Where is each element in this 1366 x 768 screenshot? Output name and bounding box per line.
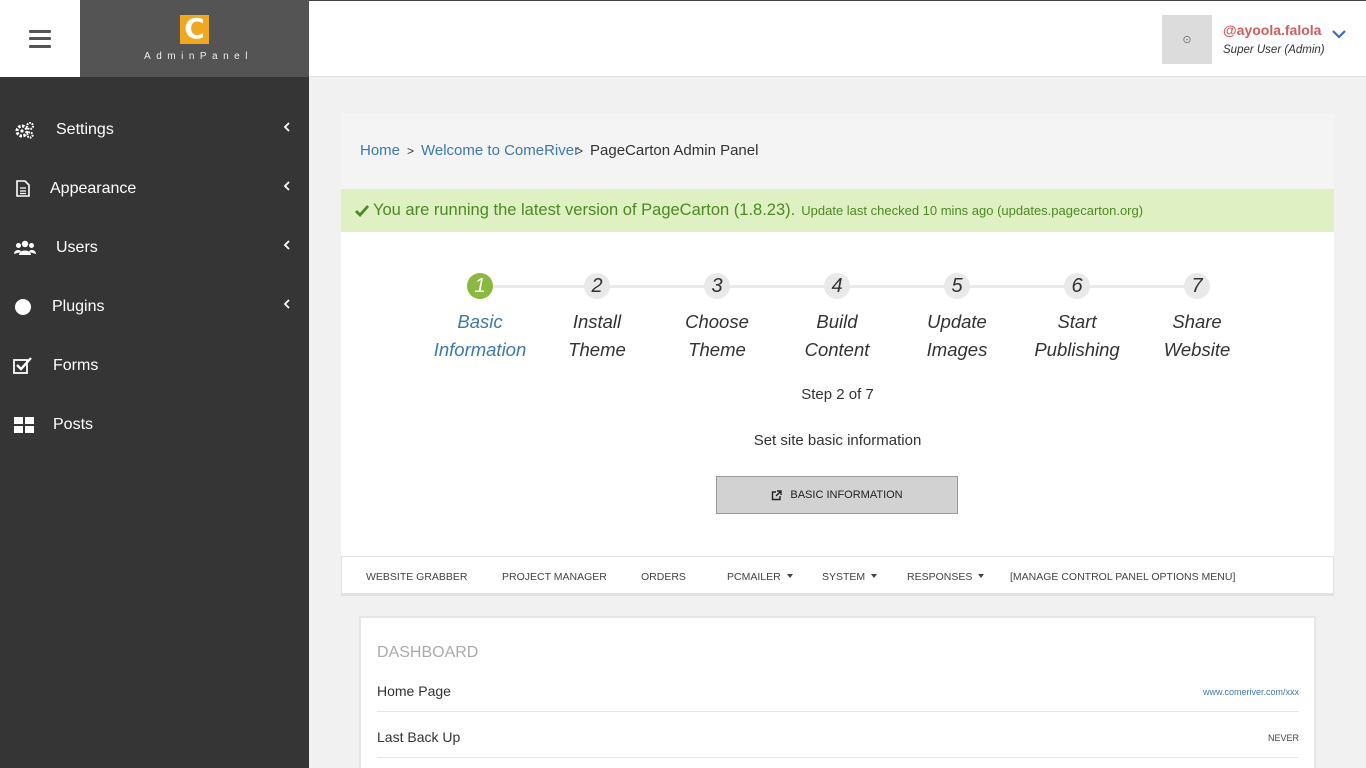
dashboard-row-last-backup: Last Back Up NEVER (377, 712, 1299, 758)
step-label: Build Content (804, 311, 870, 360)
caret-down-icon (786, 574, 793, 579)
breadcrumb-site: Welcome to ComeRiver (421, 142, 579, 159)
chevron-left-icon (283, 181, 290, 191)
main-card: Home > Welcome to ComeRiver > PageCarton… (341, 113, 1334, 595)
avatar-placeholder-icon: ⊙ (1182, 34, 1192, 46)
menu-toggle-area (0, 0, 80, 77)
avatar[interactable]: ⊙ (1162, 15, 1212, 64)
sidebar-item-label: Forms (53, 356, 99, 374)
dashboard-row-key: Home Page (377, 683, 451, 699)
dashboard-row-home-page: Home Page www.comeriver.com/xxx (377, 666, 1299, 712)
alert-message: You are running the latest version of Pa… (373, 201, 796, 219)
version-alert: You are running the latest version of Pa… (341, 189, 1334, 232)
tab-project-manager[interactable]: PROJECT MANAGER (502, 571, 607, 583)
breadcrumb-separator: > (407, 144, 415, 158)
step-label: Basic Information (433, 311, 527, 360)
breadcrumb-current: PageCarton Admin Panel (590, 142, 759, 159)
sidebar-item-label: Settings (56, 120, 114, 138)
sidebar-item-label: Plugins (52, 297, 105, 315)
step-label: Update Images (926, 311, 988, 360)
tab-responses[interactable]: RESPONSES (907, 571, 985, 583)
step-label: Start Publishing (1034, 311, 1120, 360)
dashboard-row-value: NEVER (1267, 733, 1299, 743)
chevron-left-icon (283, 122, 290, 132)
sidebar-item-label: Posts (53, 415, 94, 433)
step-number: 2 (584, 273, 610, 299)
wizard-step-count: Step 2 of 7 (801, 386, 874, 403)
sidebar-item-label: Users (56, 238, 98, 256)
document-icon (12, 179, 34, 199)
sidebar-item-forms[interactable]: Forms (0, 336, 309, 395)
grid-icon (13, 415, 35, 435)
step-number: 7 (1184, 273, 1210, 299)
step-number: 4 (824, 273, 850, 299)
step-number: 5 (944, 273, 970, 299)
hamburger-menu-icon[interactable] (29, 29, 51, 48)
sidebar-nav: Settings Appearance Users Plugins Forms … (0, 100, 309, 454)
users-icon (14, 238, 36, 258)
step-label: Install Theme (568, 311, 626, 360)
brand-logo: C (180, 11, 209, 45)
tab-orders[interactable]: ORDERS (641, 571, 686, 583)
breadcrumb-home: Home (360, 142, 400, 159)
user-handle[interactable]: @ayoola.falola (1223, 22, 1321, 38)
alert-update-info: Update last checked 10 mins ago (updates… (801, 203, 1144, 218)
circle-icon (12, 297, 34, 317)
top-bar: ⊙ @ayoola.falola Super User (Admin) (309, 0, 1366, 77)
breadcrumb-home-link[interactable]: Home (360, 142, 400, 159)
breadcrumb-site-link[interactable]: Welcome to ComeRiver (421, 142, 579, 159)
breadcrumb-separator: > (576, 144, 584, 158)
dashboard-row-key: Last Back Up (377, 729, 461, 745)
dashboard-row-value-link[interactable]: www.comeriver.com/xxx (1203, 687, 1299, 697)
logo-letter: C (184, 11, 205, 45)
sidebar-item-settings[interactable]: Settings (0, 100, 309, 159)
brand-name: AdminPanel (144, 51, 253, 62)
sidebar-item-posts[interactable]: Posts (0, 395, 309, 454)
tab-website-grabber[interactable]: WEBSITE GRABBER (366, 571, 468, 583)
options-menu: WEBSITE GRABBER PROJECT MANAGER ORDERS P… (341, 556, 1334, 596)
step-number: 1 (467, 273, 493, 299)
chevron-left-icon (283, 299, 290, 309)
checkbox-icon (12, 356, 34, 376)
chevron-left-icon (283, 240, 290, 250)
tab-system[interactable]: SYSTEM (822, 571, 878, 583)
checkmark-icon (355, 204, 369, 217)
caret-down-icon (978, 574, 985, 579)
gears-icon (14, 120, 36, 140)
step-number: 6 (1064, 273, 1090, 299)
step-label: Share Website (1163, 311, 1231, 360)
dashboard-panel: DASHBOARD Home Page www.comeriver.com/xx… (359, 616, 1316, 768)
tab-pcmailer[interactable]: PCMAILER (727, 571, 793, 583)
basic-information-button[interactable]: BASIC INFORMATION (716, 476, 958, 514)
step-number: 3 (704, 273, 730, 299)
sidebar: C AdminPanel Settings Appearance Users P… (0, 0, 309, 768)
breadcrumb: Home > Welcome to ComeRiver > PageCarton… (341, 113, 1334, 189)
sidebar-item-label: Appearance (50, 179, 137, 197)
wizard-step-description: Set site basic information (753, 432, 922, 449)
brand-header[interactable]: C AdminPanel (80, 0, 309, 77)
caret-down-icon (871, 574, 878, 579)
chevron-down-icon[interactable] (1331, 28, 1347, 40)
sidebar-item-appearance[interactable]: Appearance (0, 159, 309, 218)
tab-manage-options-menu[interactable]: [MANAGE CONTROL PANEL OPTIONS MENU] (1010, 571, 1235, 583)
button-label: BASIC INFORMATION (790, 489, 903, 501)
sidebar-item-users[interactable]: Users (0, 218, 309, 277)
dashboard-title: DASHBOARD (377, 644, 479, 661)
external-link-icon (772, 489, 783, 500)
step-label: Choose Theme (685, 311, 749, 360)
user-role: Super User (Admin) (1223, 44, 1325, 56)
sidebar-item-plugins[interactable]: Plugins (0, 277, 309, 336)
